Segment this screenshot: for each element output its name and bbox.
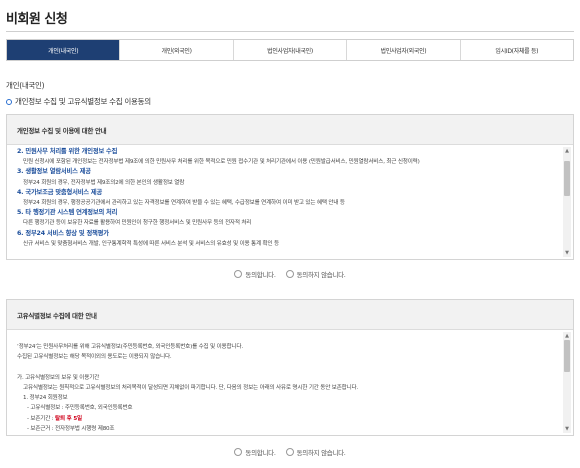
notice-line: 2. 전자민원 신청이력 (상담이력 포함) xyxy=(17,434,553,435)
notice-line: 정부24 회원의 경우, 행정공공기관에서 관리하고 있는 자격정보를 연계하여… xyxy=(23,200,345,207)
unique-id-disagree-radio[interactable]: 동의하지 않습니다. xyxy=(285,447,346,457)
consent-subheading-text: 개인정보 수집 및 고유식별정보 수집 이용동의 xyxy=(15,97,151,106)
page-title: 비회원 신청 xyxy=(6,12,68,27)
notice-line: - 보존기간 : 탈퇴 후 5일 xyxy=(27,415,83,422)
privacy-notice-scrollbar[interactable]: ▲ ▼ xyxy=(563,147,571,257)
consent-subheading: 개인정보 수집 및 고유식별정보 수집 이용동의 xyxy=(6,96,151,107)
notice-line xyxy=(17,332,553,342)
privacy-consent-group: 동의합니다. 동의하지 않습니다. xyxy=(0,269,580,279)
scroll-thumb[interactable] xyxy=(564,161,570,196)
radio-circle-icon[interactable] xyxy=(234,448,243,456)
privacy-notice-body[interactable]: 2. 민원사무 처리를 위한 개인정보 수집민원 신청시에 포함된 개인정보는 … xyxy=(7,145,573,259)
unique-id-consent-group: 동의합니다. 동의하지 않습니다. xyxy=(0,447,580,457)
notice-line: 3. 생활정보 열람서비스 제공 xyxy=(17,168,91,176)
privacy-agree-radio[interactable]: 동의합니다. xyxy=(234,269,276,279)
scroll-up-icon[interactable]: ▲ xyxy=(563,147,571,155)
unique-id-notice-content: ‘정부24’는 민원사무처리를 위해 고유식별정보(주민등록번호, 외국인등록번… xyxy=(17,332,553,435)
section-heading: 개인(내국인) xyxy=(6,81,45,90)
notice-line xyxy=(17,363,553,373)
scroll-thumb[interactable] xyxy=(564,340,570,372)
radio-circle-icon[interactable] xyxy=(234,270,243,278)
scroll-down-icon[interactable]: ▼ xyxy=(563,425,571,433)
notice-line xyxy=(17,249,553,259)
scroll-down-icon[interactable]: ▼ xyxy=(563,249,571,257)
privacy-notice-box: 개인정보 수집 및 이용에 대한 안내 2. 민원사무 처리를 위한 개인정보 … xyxy=(6,114,574,260)
notice-line: 정부24 회원의 경우, 전자정부법 제9조의2에 의한 본인의 생활정보 열람 xyxy=(23,179,185,186)
privacy-agree-label: 동의합니다. xyxy=(245,271,276,279)
radio-circle-icon[interactable] xyxy=(285,270,294,278)
title-divider xyxy=(6,31,574,32)
notice-line: 1. 정부24 회원정보 xyxy=(23,395,68,402)
notice-line: - 보존근거 : 전자정부법 시행령 제80조 xyxy=(27,425,115,432)
tab-corporate-foreign[interactable]: 법인사업자(외국인) xyxy=(347,40,461,60)
unique-id-notice-scrollbar[interactable]: ▲ ▼ xyxy=(563,332,571,433)
privacy-notice-content: 2. 민원사무 처리를 위한 개인정보 수집민원 신청시에 포함된 개인정보는 … xyxy=(17,147,553,259)
unique-id-agree-radio[interactable]: 동의합니다. xyxy=(234,447,276,457)
privacy-disagree-radio[interactable]: 동의하지 않습니다. xyxy=(285,269,346,279)
privacy-disagree-label: 동의하지 않습니다. xyxy=(296,271,346,279)
unique-id-notice-title: 고유식별정보 수집에 대한 안내 xyxy=(7,300,573,330)
notice-line: - 고유식별정보 : 주민등록번호, 외국인등록번호 xyxy=(27,405,133,412)
notice-line: 다른 행정기관 등이 보유한 자료를 활용하여 민원인이 청구한 행정서비스 및… xyxy=(23,220,252,227)
notice-line: 수집된 고유식별정보는 해당 목적이외의 용도로는 이용되지 않습니다. xyxy=(17,354,172,361)
radio-circle-icon[interactable] xyxy=(285,448,294,456)
notice-line: 신규 서비스 및 맞춤형서비스 개발, 인구통계학적 특성에 따른 서비스 분석… xyxy=(23,240,279,247)
unique-id-notice-body[interactable]: ‘정부24’는 민원사무처리를 위해 고유식별정보(주민등록번호, 외국인등록번… xyxy=(7,330,573,435)
notice-line: 5. 타 행정기관 시스템 연계정보의 처리 xyxy=(17,209,118,217)
notice-line: 가. 고유식별정보의 보유 및 이용기간 xyxy=(17,374,100,381)
circle-bullet-icon xyxy=(6,98,12,105)
applicant-type-tabs: 개인(내국인) 개인(외국인) 법인사업자(내국인) 법인사업자(외국인) 임시… xyxy=(6,39,574,61)
notice-line: 고유식별정보는 원칙적으로 고유식별정보의 처리목적이 달성되면 지체없이 파기… xyxy=(23,385,359,392)
unique-id-agree-label: 동의합니다. xyxy=(245,449,276,457)
notice-line: ‘정부24’는 민원사무처리를 위해 고유식별정보(주민등록번호, 외국인등록번… xyxy=(17,344,243,351)
notice-line: 6. 정부24 서비스 향상 및 정책평가 xyxy=(17,229,109,237)
unique-id-disagree-label: 동의하지 않습니다. xyxy=(296,449,346,457)
notice-line: 민원 신청시에 포함된 개인정보는 전자정부법 제9조에 의한 민원사무 처리를… xyxy=(23,159,420,166)
scroll-up-icon[interactable]: ▲ xyxy=(563,332,571,340)
notice-line: 2. 민원사무 처리를 위한 개인정보 수집 xyxy=(17,148,118,155)
tab-corporate-korean[interactable]: 법인사업자(내국인) xyxy=(233,40,348,60)
notice-line: 4. 국가보조금 맞춤형서비스 제공 xyxy=(17,188,103,196)
tab-individual-korean[interactable]: 개인(내국인) xyxy=(7,40,121,60)
tab-temporary-id[interactable]: 임시ID(자체를 등) xyxy=(460,40,574,60)
privacy-notice-title: 개인정보 수집 및 이용에 대한 안내 xyxy=(7,115,573,145)
unique-id-notice-box: 고유식별정보 수집에 대한 안내 ‘정부24’는 민원사무처리를 위해 고유식별… xyxy=(6,299,574,436)
tab-individual-foreign[interactable]: 개인(외국인) xyxy=(120,40,234,60)
